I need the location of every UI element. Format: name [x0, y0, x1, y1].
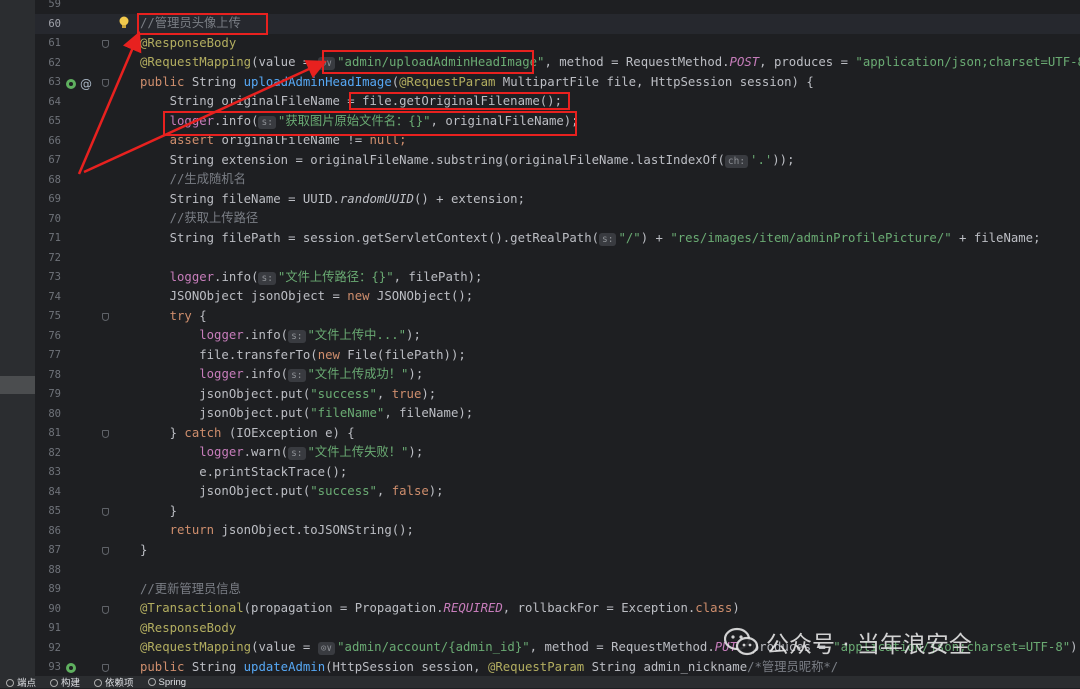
annotation-arrows: [77, 31, 327, 175]
statusbar-dependencies[interactable]: 依赖项: [94, 675, 134, 689]
statusbar-spring[interactable]: Spring: [147, 677, 186, 688]
arrow-to-comment: [77, 31, 142, 175]
hammer-icon: [50, 679, 59, 688]
spring-icon: [147, 677, 156, 686]
endpoints-icon: [6, 679, 14, 688]
watermark-text: 公众号 · 当年浪安全: [766, 632, 972, 658]
dependencies-icon: [94, 679, 103, 688]
watermark: 公众号 · 当年浪安全: [724, 624, 972, 660]
statusbar-build[interactable]: 构建: [50, 675, 80, 689]
code-editor[interactable]: 59 60 61 62 63 64 65 66 67 68 69 70 71 72 73 74 75 76 77 78…: [0, 0, 1080, 676]
tool-window-bar: 端点 构建 依赖项 Spring: [0, 675, 1080, 689]
statusbar-endpoints[interactable]: 端点: [6, 675, 36, 689]
wechat-icon: [724, 627, 758, 656]
